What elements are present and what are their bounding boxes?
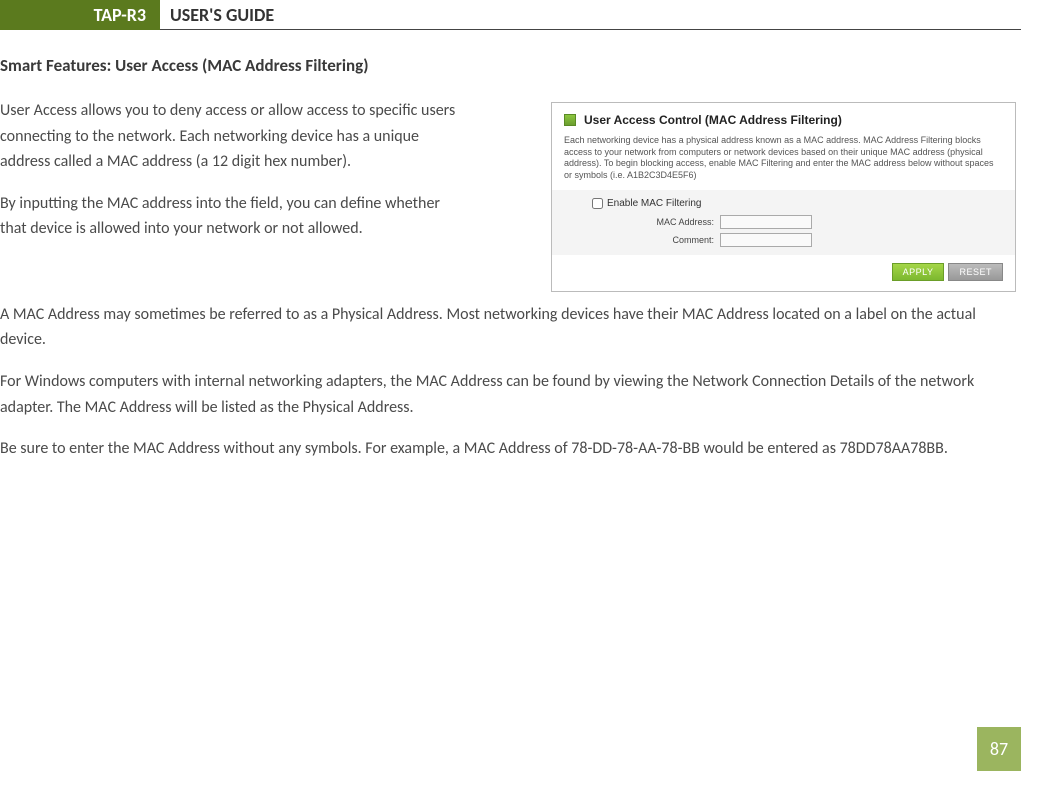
paragraph-2: By inputting the MAC address into the fi…: [0, 191, 460, 242]
reset-button[interactable]: RESET: [948, 263, 1003, 281]
section-title: Smart Features: User Access (MAC Address…: [0, 55, 1016, 76]
brand-label: TAP-R3: [80, 0, 160, 30]
panel-buttons: APPLY RESET: [552, 255, 1015, 291]
mac-address-row: MAC Address:: [564, 215, 1003, 229]
enable-mac-filtering-row: Enable MAC Filtering: [564, 198, 1003, 209]
paragraph-3: A MAC Address may sometimes be referred …: [0, 302, 1016, 353]
mac-filtering-panel: User Access Control (MAC Address Filteri…: [551, 102, 1016, 292]
page-content: Smart Features: User Access (MAC Address…: [0, 30, 1041, 462]
page-number: 87: [977, 727, 1021, 771]
panel-description: Each networking device has a physical ad…: [552, 133, 1015, 190]
panel-header: User Access Control (MAC Address Filteri…: [552, 103, 1015, 133]
mac-address-label: MAC Address:: [644, 217, 714, 227]
panel-body: Enable MAC Filtering MAC Address: Commen…: [552, 190, 1015, 255]
apply-button[interactable]: APPLY: [892, 263, 945, 281]
header-title: USER'S GUIDE: [160, 0, 274, 30]
paragraph-5: Be sure to enter the MAC Address without…: [0, 436, 1016, 462]
enable-mac-checkbox[interactable]: [592, 198, 603, 209]
page-header: TAP-R3 USER'S GUIDE: [0, 0, 1021, 30]
comment-row: Comment:: [564, 233, 1003, 247]
paragraph-1: User Access allows you to deny access or…: [0, 98, 460, 175]
comment-label: Comment:: [644, 235, 714, 245]
panel-icon: [564, 114, 576, 126]
paragraph-4: For Windows computers with internal netw…: [0, 369, 1016, 420]
panel-title: User Access Control (MAC Address Filteri…: [584, 113, 842, 127]
enable-mac-label: Enable MAC Filtering: [607, 198, 701, 209]
mac-address-input[interactable]: [720, 215, 812, 229]
comment-input[interactable]: [720, 233, 812, 247]
header-brand-bg: TAP-R3: [0, 0, 160, 30]
